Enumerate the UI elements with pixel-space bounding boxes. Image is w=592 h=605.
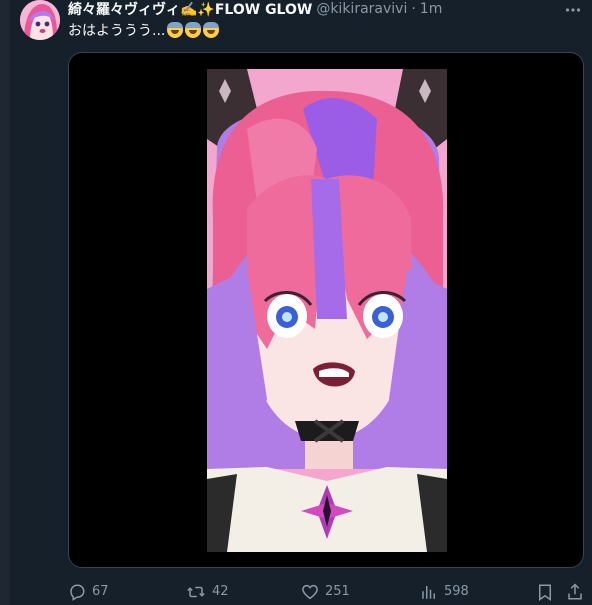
user-handle[interactable]: @kikiraravivi [316,1,407,17]
like-button[interactable]: 251 [301,578,350,605]
like-count: 251 [325,584,350,599]
separator-dot: · [411,1,416,17]
views-count: 598 [444,584,469,599]
media-image[interactable] [207,69,447,552]
bookmark-icon [539,584,551,601]
anguished-face-emoji [203,22,220,38]
reply-count: 67 [92,584,109,599]
retweet-count: 42 [212,584,229,599]
anguished-face-emoji [185,22,202,38]
avatar-illustration [20,0,60,40]
reply-icon [70,584,85,601]
avatar[interactable] [20,0,60,40]
views-icon [422,585,435,599]
views-button[interactable]: 598 [420,578,469,605]
timestamp[interactable]: 1m [420,1,443,17]
tweet-actions: 67 42 251 598 [68,578,584,605]
retweet-button[interactable]: 42 [186,578,229,605]
anguished-face-emoji [167,22,184,38]
display-name[interactable]: 綺々羅々ヴィヴィ✍️✨FLOW GLOW [68,0,312,19]
reply-button[interactable]: 67 [68,578,109,605]
heart-icon [302,584,318,599]
bookmark-button[interactable] [536,578,554,605]
retweet-icon [187,586,205,597]
tweet-text-body: おはよううう... [68,23,166,39]
vtuber-illustration [207,69,447,552]
tweet-text: おはよううう... [68,20,220,40]
more-icon [565,8,581,12]
media-card[interactable] [68,52,584,568]
tweet: 綺々羅々ヴィヴィ✍️✨FLOW GLOW @kikiraravivi · 1m … [0,0,592,605]
share-button[interactable] [566,578,584,605]
share-icon [568,582,582,599]
more-button[interactable] [562,0,584,20]
left-rail [0,0,10,605]
tweet-header: 綺々羅々ヴィヴィ✍️✨FLOW GLOW @kikiraravivi · 1m [68,0,442,18]
